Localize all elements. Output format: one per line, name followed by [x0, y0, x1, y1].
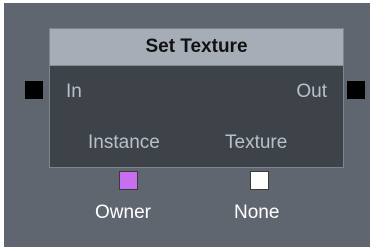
- node-title: Set Texture: [145, 36, 248, 57]
- instance-input-pin[interactable]: [119, 171, 138, 190]
- exec-in-label: In: [66, 81, 82, 102]
- set-texture-node[interactable]: Set Texture In Out Instance Texture: [49, 28, 344, 168]
- exec-out-label: Out: [296, 81, 327, 102]
- instance-port-label: Instance: [88, 132, 160, 153]
- instance-value: Owner: [95, 202, 151, 223]
- exec-out-pin[interactable]: [347, 81, 365, 99]
- graph-canvas[interactable]: Set Texture In Out Instance Texture Owne…: [4, 3, 370, 247]
- texture-value: None: [234, 202, 280, 223]
- exec-in-pin[interactable]: [25, 81, 43, 99]
- texture-input-pin[interactable]: [250, 171, 269, 190]
- node-header[interactable]: Set Texture: [50, 29, 343, 66]
- texture-port-label: Texture: [225, 132, 288, 153]
